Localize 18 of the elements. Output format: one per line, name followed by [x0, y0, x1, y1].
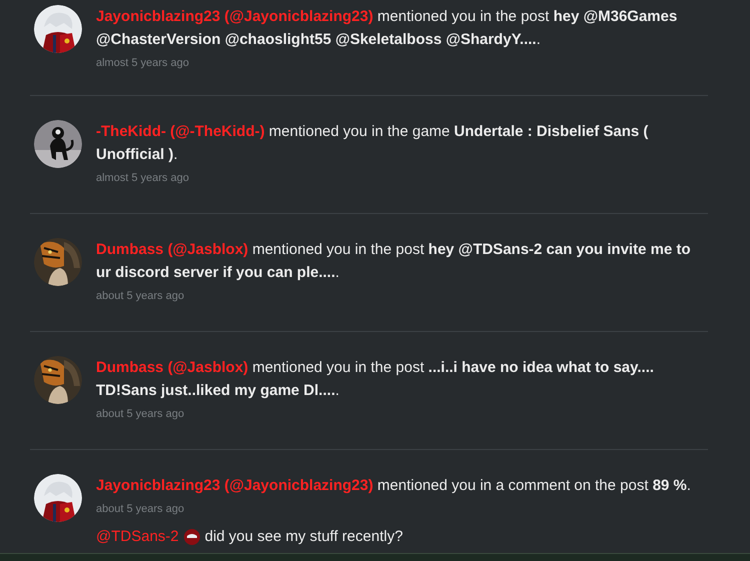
timestamp: about 5 years ago — [96, 502, 184, 517]
timestamp: about 5 years ago — [96, 407, 184, 422]
user-link[interactable]: Jayonicblazing23 (@Jayonicblazing23) — [96, 8, 374, 25]
notification-text: Dumbass (@Jasblox) mentioned you in the post hey @TDSans-2 can you invite me to ur discord server if you can ple..... — [96, 240, 692, 283]
notification-text: Jayonicblazing23 (@Jayonicblazing23) mentioned you in a comment on the post 89 %. — [96, 476, 692, 496]
timestamp: almost 5 years ago — [96, 56, 189, 71]
timestamp: almost 5 years ago — [96, 171, 189, 186]
comment-text: did you see my stuff recently? — [204, 528, 403, 546]
user-link[interactable]: -TheKidd- (@-TheKidd-) — [96, 123, 265, 140]
mention-link[interactable]: @TDSans-2 — [96, 528, 179, 546]
avatar-icon — [184, 528, 200, 544]
notification-text: Dumbass (@Jasblox) mentioned you in the post ...i..i have no idea what to say.... TD!Sans just..liked my game Dl..... — [96, 358, 655, 401]
user-link[interactable]: Jayonicblazing23 (@Jayonicblazing23) — [96, 477, 374, 494]
user-link[interactable]: Dumbass (@Jasblox) — [96, 241, 248, 258]
timestamp: about 5 years ago — [96, 289, 184, 304]
notification-text: -TheKidd- (@-TheKidd-) mentioned you in the game Undertale : Disbelief Sans ( Unofficial ). — [96, 122, 650, 165]
user-link[interactable]: Dumbass (@Jasblox) — [96, 359, 248, 376]
notification-text: Jayonicblazing23 (@Jayonicblazing23) mentioned you in the post hey @M36Games @ChasterVersion @chaoslight55 @Skeletalboss @ShardyY..... — [96, 7, 678, 50]
